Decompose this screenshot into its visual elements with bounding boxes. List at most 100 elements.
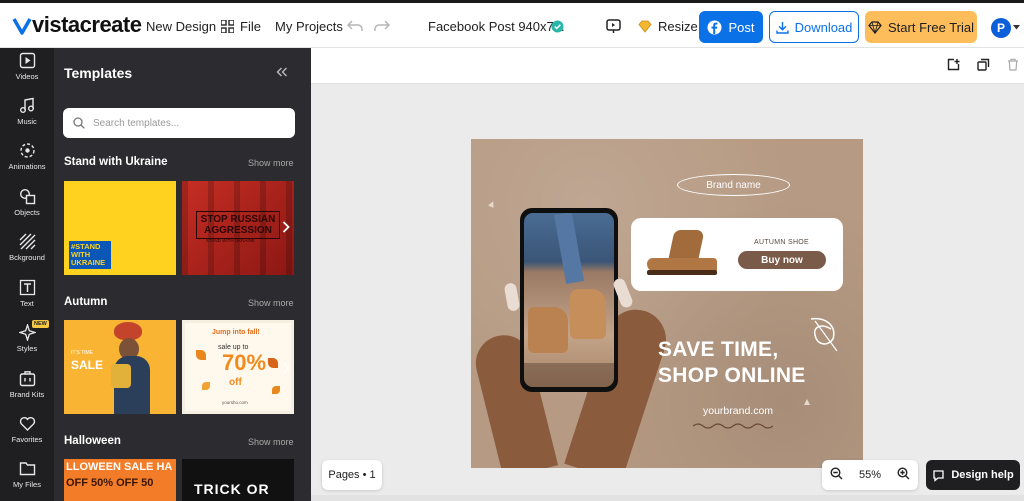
rail-label: Brand Kits	[9, 390, 45, 399]
duplicate-page-button[interactable]	[977, 58, 990, 76]
rail-item-favorites[interactable]: Favorites	[0, 415, 54, 444]
download-button[interactable]: Download	[769, 11, 859, 43]
chat-icon	[933, 469, 944, 482]
zoom-out-icon	[830, 467, 843, 480]
buy-now-button[interactable]: Buy now	[738, 251, 826, 269]
delete-page-button[interactable]	[1007, 58, 1019, 76]
redo-button[interactable]	[374, 20, 390, 32]
rail-item-my-files[interactable]: My Files	[0, 460, 54, 489]
canvas-toolbar	[311, 48, 1024, 84]
cloud-saved-icon	[551, 20, 564, 33]
section-title-autumn: Autumn	[64, 296, 108, 308]
show-more-halloween[interactable]: Show more	[248, 437, 294, 447]
rail-item-animations[interactable]: Animations	[0, 142, 54, 171]
thumb-text: LLOWEEN SALE HA	[66, 461, 173, 473]
undo-icon	[347, 20, 363, 31]
rail-label: My Files	[13, 480, 41, 489]
new-design-menu[interactable]: New Design	[146, 19, 216, 34]
present-icon	[606, 19, 621, 33]
background-icon	[19, 233, 35, 250]
undo-button[interactable]	[347, 20, 363, 32]
design-canvas-post[interactable]: Brand name AUTUMN SHOE Buy now SAVE TIME…	[471, 139, 863, 468]
redo-icon	[374, 20, 390, 31]
search-input[interactable]	[93, 117, 283, 129]
rail-item-videos[interactable]: Videos	[0, 52, 54, 81]
template-thumb-stop-aggression[interactable]: STOP RUSSIAN AGGRESSION STAND WITH UKRAI…	[182, 181, 294, 275]
resize-button[interactable]: Resize	[638, 19, 698, 34]
design-help-button[interactable]: Design help	[926, 460, 1020, 490]
present-button[interactable]	[606, 19, 621, 34]
thumb-subtext: OFF 50% OFF 50	[66, 477, 154, 489]
headline-line-1: SAVE TIME,	[658, 338, 779, 361]
phone-image[interactable]	[520, 208, 618, 392]
post-button[interactable]: Post	[699, 11, 763, 43]
brand-name-text[interactable]: Brand name	[677, 174, 790, 196]
text-icon	[19, 279, 35, 296]
rail-item-background[interactable]: Bckground	[0, 233, 54, 262]
product-label: AUTUMN SHOE	[754, 239, 810, 246]
trial-label: Start Free Trial	[888, 19, 974, 35]
start-free-trial-button[interactable]: Start Free Trial	[865, 11, 977, 43]
rail-item-text[interactable]: Text	[0, 279, 54, 308]
zoom-out-button[interactable]	[830, 467, 843, 483]
zoom-control: 55%	[822, 460, 918, 490]
document-title[interactable]: Facebook Post 940x7...	[428, 19, 565, 34]
logo-text: vistacreate	[32, 12, 142, 37]
headline-line-2: SHOP ONLINE	[658, 364, 806, 387]
website-text[interactable]: yourbrand.com	[703, 405, 773, 417]
logo[interactable]: vistacreate	[12, 12, 142, 37]
zoom-in-button[interactable]	[897, 467, 910, 483]
headline[interactable]: SAVE TIME, SHOP ONLINE	[658, 337, 806, 389]
search-icon	[73, 117, 85, 129]
new-badge: NEW	[32, 320, 49, 328]
horizontal-scrollbar[interactable]	[311, 495, 1024, 501]
section-title-halloween: Halloween	[64, 435, 121, 447]
template-search[interactable]	[63, 108, 295, 138]
avatar[interactable]: P	[991, 18, 1011, 38]
show-more-autumn[interactable]: Show more	[248, 298, 294, 308]
objects-icon	[19, 188, 35, 205]
facebook-icon	[707, 20, 722, 34]
add-page-button[interactable]	[947, 58, 960, 76]
account-menu-toggle[interactable]	[1013, 25, 1020, 30]
next-templates-ukraine[interactable]	[282, 220, 290, 238]
rail-label: Animations	[8, 162, 46, 171]
collapse-panel-button[interactable]	[276, 64, 288, 80]
show-more-ukraine[interactable]: Show more	[248, 158, 294, 168]
template-thumb-halloween-sale[interactable]: LLOWEEN SALE HA OFF 50% OFF 50	[64, 459, 176, 501]
template-thumb-trick-or-treat[interactable]: TRICK OR	[182, 459, 294, 501]
double-chevron-left-icon	[276, 67, 287, 77]
rail-item-brand-kits[interactable]: Brand Kits	[0, 370, 54, 399]
resize-label: Resize	[658, 19, 698, 34]
rail-label: Music	[17, 117, 37, 126]
rail-label: Videos	[15, 72, 39, 81]
zoom-in-icon	[897, 467, 910, 480]
thumb-text: TRICK OR	[194, 481, 270, 497]
template-thumb-autumn-70[interactable]: Jump into fall! sale up to 70% off yours…	[182, 320, 294, 414]
rail-item-styles[interactable]: NEW Styles	[0, 320, 54, 353]
my-projects-menu[interactable]: My Projects	[275, 19, 343, 34]
template-thumb-stand-with-ukraine[interactable]: #STAND WITH UKRAINE	[64, 181, 176, 275]
design-help-label: Design help	[951, 469, 1014, 481]
next-templates-autumn[interactable]	[282, 361, 290, 379]
pages-button[interactable]: Pages • 1	[322, 460, 382, 490]
grid-icon	[221, 20, 234, 33]
zoom-level[interactable]: 55%	[859, 469, 881, 481]
section-title-ukraine: Stand with Ukraine	[64, 156, 168, 168]
template-thumb-autumn-sale[interactable]: IT'S TIME SALE	[64, 320, 176, 414]
file-menu[interactable]: File	[221, 19, 261, 34]
templates-panel: Templates Stand with Ukraine Show more #…	[54, 48, 311, 501]
rail-item-music[interactable]: Music	[0, 97, 54, 126]
duplicate-icon	[977, 58, 990, 71]
diamond-icon	[868, 20, 882, 34]
rail-label: Objects	[14, 208, 40, 217]
heart-icon	[19, 417, 35, 431]
left-tool-rail: Videos Music Animations Objects Bckgroun…	[0, 48, 54, 501]
animation-icon	[19, 143, 35, 158]
video-icon	[19, 52, 35, 69]
chevron-right-icon	[282, 221, 290, 233]
panel-title: Templates	[64, 65, 133, 81]
product-card[interactable]: AUTUMN SHOE Buy now	[631, 218, 843, 291]
rail-item-objects[interactable]: Objects	[0, 188, 54, 217]
post-label: Post	[728, 19, 755, 35]
